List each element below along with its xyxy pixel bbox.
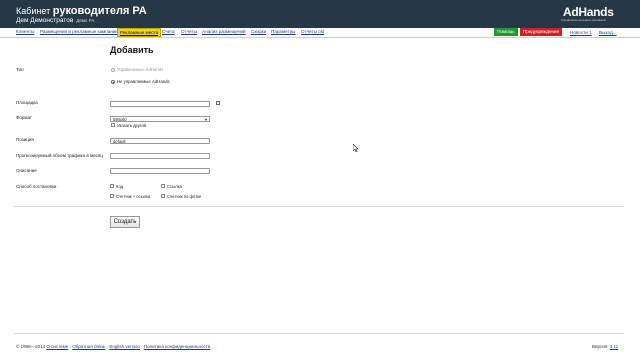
about-link[interactable]: О системе [46, 344, 68, 349]
format-select-value: 590x60 [113, 117, 127, 122]
chevron-down-icon: ▼ [204, 117, 208, 122]
format-label: Формат [16, 115, 32, 120]
user-info: Дем Демонстратов Демо РА [16, 17, 94, 24]
nav-invoices[interactable]: Счета [162, 29, 175, 34]
nav-reports-old[interactable]: Отчеты old [301, 29, 324, 34]
method-link-checkbox[interactable] [161, 184, 165, 188]
version-label: Версия: [592, 344, 609, 349]
type-unmanaged-label: Не управляемые AdHands [117, 79, 170, 84]
cabinet-title-prefix: Кабинет [16, 6, 51, 16]
page-title: Добавить [110, 45, 154, 55]
english-link[interactable]: English version [109, 344, 140, 349]
nav-reports[interactable]: Отчеты [181, 29, 197, 34]
user-name: Дем Демонстратов [16, 17, 74, 24]
site-label: Площадка [16, 100, 38, 105]
position-label: Позиция [16, 137, 34, 142]
type-unmanaged-radio[interactable] [111, 80, 115, 84]
copyright: © 1998—2014 [16, 344, 46, 349]
other-format-label: Указать другой [117, 123, 147, 128]
type-managed-radio[interactable] [111, 68, 115, 72]
cabinet-title: Кабинет руководителя РА [16, 5, 147, 17]
version-info: Версия: 3.11 [592, 344, 618, 349]
help-button[interactable]: Помощь [494, 28, 518, 36]
method-counter-photo-checkbox[interactable] [161, 194, 165, 198]
method-code-label: Код [116, 184, 124, 189]
type-label: Тип [16, 67, 24, 72]
mouse-cursor-icon [353, 144, 359, 152]
footer-divider [14, 333, 624, 334]
method-counter-photo-label: Счетчик по фотке [167, 194, 202, 199]
position-input[interactable]: default [110, 138, 210, 144]
site-input[interactable] [110, 101, 210, 107]
cabinet-title-main: руководителя РА [52, 5, 147, 17]
form-divider [14, 206, 624, 207]
feedback-link[interactable]: Обратная связь [72, 344, 105, 349]
calendar-icon[interactable] [216, 101, 220, 105]
nav-settings[interactable]: Параметры [271, 29, 296, 34]
method-counter-link-label: Счетчик + ссылка [116, 194, 151, 199]
type-managed-label: Управляемые AdHands [117, 67, 164, 72]
news-label: Новости [570, 30, 588, 35]
news-link[interactable]: Новости 1 [570, 30, 592, 35]
create-button[interactable]: Создать [110, 216, 140, 228]
other-format-checkbox[interactable] [111, 123, 115, 127]
nav-clients[interactable]: Клиенты [16, 29, 34, 34]
traffic-input[interactable] [110, 153, 210, 159]
nav-discounts[interactable]: Скидки [251, 29, 266, 34]
method-counter-link-checkbox[interactable] [110, 194, 114, 198]
method-link-label: Ссылка [167, 184, 182, 189]
news-count: 1 [589, 30, 592, 35]
description-input[interactable] [110, 168, 210, 174]
format-select[interactable]: 590x60 ▼ [110, 116, 210, 122]
footer: © 1998—2014 О системе · Обратная связь ·… [16, 344, 211, 349]
app-header: Кабинет руководителя РА Дем Демонстратов… [0, 0, 640, 28]
nav-ad-places[interactable]: Рекламные места [117, 28, 162, 37]
traffic-label: Прогнозируемый объем трафика в месяц [16, 153, 103, 158]
logout-link[interactable]: Выход... [599, 30, 617, 35]
logo-tagline: Управление интернет-рекламой [561, 18, 606, 22]
version-link[interactable]: 3.11 [610, 344, 618, 349]
privacy-link[interactable]: Политика конфиденциальности [144, 344, 210, 349]
user-org: Демо РА [76, 18, 95, 23]
warnings-button[interactable]: Предупреждения [520, 28, 562, 36]
adhands-logo[interactable]: AdHands [563, 5, 614, 19]
nav-placement-analysis[interactable]: Анализ размещений [202, 29, 246, 34]
method-code-checkbox[interactable] [110, 184, 114, 188]
description-label: Описание [16, 168, 37, 173]
nav-placements[interactable]: Размещения и рекламные кампании [40, 29, 118, 34]
method-label: Способ постановки [16, 184, 57, 189]
